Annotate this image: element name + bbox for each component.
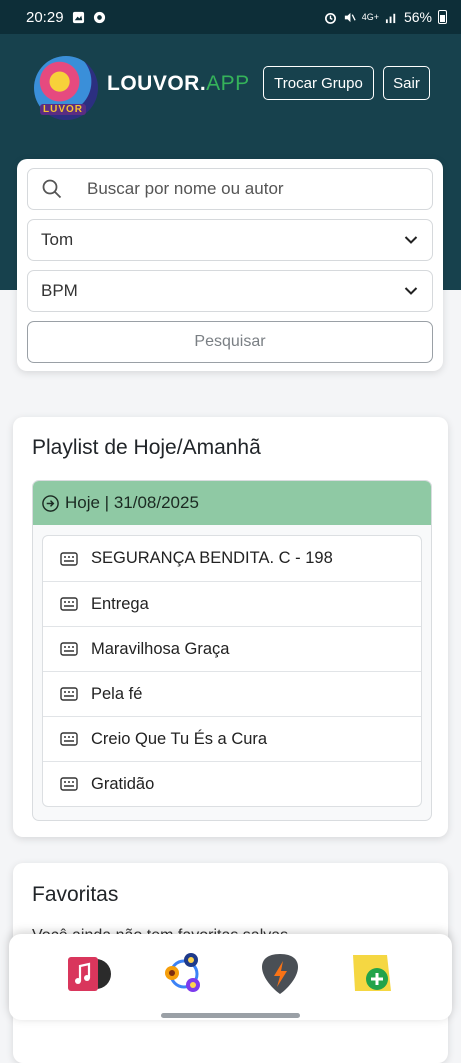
playlist-card: Playlist de Hoje/Amanhã Hoje | 31/08/202… <box>13 417 448 837</box>
list-item[interactable]: Pela fé <box>43 671 421 716</box>
song-title: SEGURANÇA BENDITA. C - 198 <box>91 549 333 567</box>
logout-button[interactable]: Sair <box>383 66 430 100</box>
logo-text: LUVOR <box>40 104 86 115</box>
chevron-down-icon <box>404 236 418 244</box>
chevron-down-icon <box>404 287 418 295</box>
day-header[interactable]: Hoje | 31/08/2025 <box>33 481 431 525</box>
gallery-notification-icon <box>72 11 84 23</box>
network-indicator: 4G+ <box>361 12 379 22</box>
lyrics-icon <box>60 551 78 566</box>
nav-tuner[interactable] <box>255 951 305 997</box>
tom-select[interactable]: Tom <box>27 219 433 261</box>
lyrics-icon <box>60 597 78 611</box>
day-label: Hoje | 31/08/2025 <box>65 493 199 512</box>
mute-icon <box>344 12 356 22</box>
battery-percent: 56% <box>403 9 432 25</box>
playlist-title: Playlist de Hoje/Amanhã <box>32 436 261 459</box>
song-title: Entrega <box>91 594 149 613</box>
brand-accent: APP <box>206 72 250 95</box>
song-title: Pela fé <box>91 684 143 703</box>
tom-select-label: Tom <box>41 230 74 249</box>
lyrics-icon <box>60 687 78 701</box>
song-list: SEGURANÇA BENDITA. C - 198 Entrega Marav… <box>42 535 422 807</box>
groups-icon <box>165 953 200 992</box>
brand-main: LOUVOR. <box>107 72 207 95</box>
arrow-circle-right-icon <box>42 494 59 512</box>
lyrics-icon <box>60 642 78 656</box>
search-button[interactable]: Pesquisar <box>27 321 433 363</box>
nav-groups[interactable] <box>159 951 209 997</box>
music-library-icon <box>68 957 111 991</box>
list-item[interactable]: Entrega <box>43 581 421 626</box>
search-input[interactable]: Buscar por nome ou autor <box>27 168 433 210</box>
brand-title: LOUVOR.APP <box>107 72 250 96</box>
nav-add-note[interactable] <box>347 951 397 997</box>
search-placeholder: Buscar por nome ou autor <box>87 179 284 198</box>
home-indicator[interactable] <box>161 1013 300 1018</box>
song-title: Gratidão <box>91 774 155 793</box>
guitar-pick-icon <box>262 954 298 994</box>
bpm-select[interactable]: BPM <box>27 270 433 312</box>
alarm-icon <box>324 12 336 24</box>
day-group: Hoje | 31/08/2025 SEGURANÇA BENDITA. C -… <box>32 480 432 821</box>
status-bar: 20:29 4G+ 56% <box>0 0 461 34</box>
battery-icon <box>438 10 447 24</box>
list-item[interactable]: SEGURANÇA BENDITA. C - 198 <box>43 536 421 581</box>
app-notification-icon <box>93 11 105 23</box>
lyrics-icon <box>60 732 78 746</box>
favorites-title: Favoritas <box>32 883 119 906</box>
list-item[interactable]: Gratidão <box>43 761 421 806</box>
search-card: Buscar por nome ou autor Tom BPM Pesquis… <box>17 159 443 371</box>
nav-music-library[interactable] <box>63 951 113 997</box>
lyrics-icon <box>60 777 78 791</box>
search-icon <box>42 179 62 199</box>
song-title: Maravilhosa Graça <box>91 639 230 658</box>
list-item[interactable]: Maravilhosa Graça <box>43 626 421 671</box>
clock: 20:29 <box>26 8 64 26</box>
bottom-nav <box>9 934 452 1020</box>
bpm-select-label: BPM <box>41 281 78 300</box>
add-note-icon <box>353 955 391 991</box>
change-group-button[interactable]: Trocar Grupo <box>263 66 374 100</box>
list-item[interactable]: Creio Que Tu És a Cura <box>43 716 421 761</box>
song-title: Creio Que Tu És a Cura <box>91 729 268 748</box>
signal-icon <box>385 13 396 23</box>
